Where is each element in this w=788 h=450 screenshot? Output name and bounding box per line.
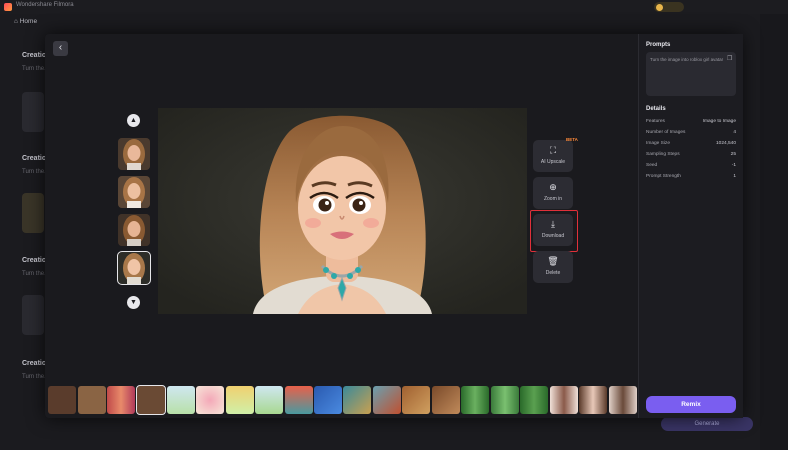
history-thumbnail[interactable] <box>520 386 548 414</box>
history-thumbnail[interactable] <box>402 386 430 414</box>
history-thumbnail[interactable] <box>491 386 519 414</box>
bg-thumbnail <box>22 295 44 335</box>
variant-thumbnail[interactable] <box>118 214 150 246</box>
details-title: Details <box>646 106 666 112</box>
app-logo <box>4 3 12 11</box>
history-thumbnail[interactable] <box>285 386 313 414</box>
trash-icon: 🗑 <box>547 256 559 266</box>
coin-icon <box>656 4 663 11</box>
copy-icon[interactable]: ❐ <box>727 55 732 62</box>
history-thumbnail[interactable] <box>196 386 224 414</box>
history-thumbnail[interactable] <box>550 386 578 414</box>
detail-label: Features <box>646 119 665 124</box>
scroll-down-button[interactable]: ▼ <box>127 296 140 309</box>
variant-thumbnail-selected[interactable] <box>117 251 151 285</box>
avatar-thumb-image <box>118 176 150 208</box>
detail-value: 25 <box>730 152 736 157</box>
download-highlight-box <box>530 210 578 252</box>
history-thumbnail[interactable] <box>461 386 489 414</box>
history-thumbnail[interactable] <box>78 386 106 414</box>
ai-upscale-button[interactable]: ⛶ AI Upscale <box>533 140 573 172</box>
detail-label: Sampling Steps <box>646 152 680 157</box>
delete-label: Delete <box>545 270 561 276</box>
cartoon-avatar-illustration <box>158 108 527 314</box>
scroll-up-button[interactable]: ▲ <box>127 114 140 127</box>
bg-generate-button[interactable]: Generate <box>661 417 753 431</box>
zoom-in-label: Zoom in <box>543 196 563 202</box>
history-thumbnail[interactable] <box>432 386 460 414</box>
chevron-up-icon: ▲ <box>130 117 137 124</box>
detail-value: -1 <box>731 163 736 168</box>
detail-value: Image to Image <box>702 119 736 124</box>
detail-label: Prompt Strength <box>646 174 681 179</box>
detail-label: Image Size <box>646 141 670 146</box>
history-thumbnail-selected[interactable] <box>136 385 166 415</box>
history-thumbnail[interactable] <box>167 386 195 414</box>
avatar-thumb-image <box>118 214 150 246</box>
history-thumbnail[interactable] <box>314 386 342 414</box>
bg-thumbnail <box>22 193 44 233</box>
history-thumbnail[interactable] <box>48 386 76 414</box>
history-thumbnail[interactable] <box>343 386 371 414</box>
prompt-text: Turn the image into roblox girl avatar <box>650 57 724 62</box>
history-thumbnail[interactable] <box>255 386 283 414</box>
zoom-in-icon: ⊕ <box>549 182 557 192</box>
history-thumbnail[interactable] <box>579 386 607 414</box>
detail-label: Number of Images <box>646 130 686 135</box>
expand-icon: ⛶ <box>549 145 557 155</box>
bg-right-column <box>760 14 788 450</box>
variant-thumbnail[interactable] <box>118 138 150 170</box>
app-name: Wondershare Filmora <box>16 2 74 8</box>
history-thumbnail[interactable] <box>609 386 637 414</box>
main-preview-image <box>158 108 527 314</box>
detail-value: 1 <box>733 174 736 179</box>
history-thumbnail[interactable] <box>373 386 401 414</box>
history-thumbnail[interactable] <box>107 386 135 414</box>
ai-upscale-label: AI Upscale <box>540 159 566 165</box>
history-thumbnail[interactable] <box>226 386 254 414</box>
prompts-title: Prompts <box>646 42 671 48</box>
zoom-in-button[interactable]: ⊕ Zoom in <box>533 177 573 209</box>
detail-label: Seed <box>646 163 658 168</box>
home-link[interactable]: ⌂ Home <box>14 18 37 25</box>
remix-button[interactable]: Remix <box>646 396 736 413</box>
chevron-down-icon: ▼ <box>130 299 137 306</box>
variant-thumbnail[interactable] <box>118 176 150 208</box>
beta-badge: BETA <box>566 137 578 142</box>
back-button[interactable]: ‹ <box>53 41 68 56</box>
detail-value: 1024,540 <box>715 141 736 146</box>
detail-value: 4 <box>733 130 736 135</box>
avatar-thumb-image <box>118 252 150 284</box>
delete-button[interactable]: 🗑 Delete <box>533 251 573 283</box>
bg-thumbnail <box>22 92 44 132</box>
chevron-left-icon: ‹ <box>58 42 63 53</box>
avatar-thumb-image <box>118 138 150 170</box>
home-label: Home <box>19 18 38 25</box>
